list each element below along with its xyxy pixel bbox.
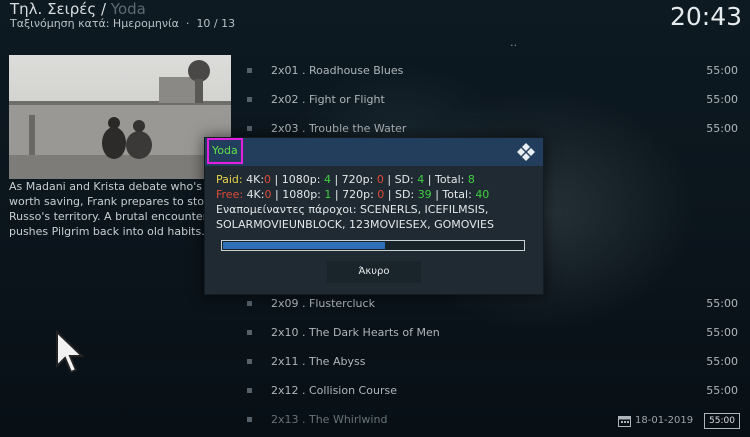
- total-label: Total:: [442, 188, 472, 201]
- paid-sources-line: Paid: 4K:0 | 1080p: 4 | 720p: 0 | SD: 4 …: [216, 172, 534, 187]
- bullet: [247, 68, 252, 73]
- status-bar: 18-01-2019 55:00: [618, 413, 740, 431]
- separator: |: [435, 188, 439, 201]
- cancel-button[interactable]: Άκυρο: [327, 261, 421, 283]
- episode-duration: 55:00: [706, 122, 738, 135]
- free-720p-count: 0: [377, 188, 385, 201]
- k4-label: 4K:: [246, 188, 265, 201]
- free-label: Free:: [216, 188, 244, 201]
- breadcrumb: Τηλ. Σειρές / Yoda: [10, 0, 146, 18]
- bullet: [247, 126, 252, 131]
- list-item[interactable]: 2x01 . Roadhouse Blues 55:00: [240, 57, 738, 86]
- dialog-title: Yoda: [207, 138, 243, 164]
- 1080p-label: 1080p:: [282, 188, 321, 201]
- mouse-cursor-icon: [56, 330, 85, 374]
- remaining-providers-line-1: Εναπομείναντες πάροχοι: SCENERLS, ICEFIL…: [216, 203, 489, 216]
- bullet: [247, 301, 252, 306]
- episode-duration: 55:00: [706, 93, 738, 106]
- list-item[interactable]: 2x12 . Collision Course 55:00: [240, 377, 738, 406]
- bullet: [247, 417, 252, 422]
- paid-720p-count: 0: [376, 173, 384, 186]
- dialog-header: Yoda: [205, 138, 543, 166]
- paid-1080p-count: 4: [323, 173, 331, 186]
- kodi-icon: [517, 143, 535, 161]
- separator: |: [274, 188, 279, 201]
- dialog-body: Paid: 4K:0 | 1080p: 4 | 720p: 0 | SD: 4 …: [216, 172, 534, 232]
- separator: |: [427, 173, 432, 186]
- breadcrumb-addon: Yoda: [110, 0, 146, 18]
- episode-title: 2x12 . Collision Course: [271, 384, 397, 397]
- episode-duration: 55:00: [706, 384, 738, 397]
- duration-badge: 55:00: [704, 413, 740, 429]
- paid-4k-count: 0: [264, 173, 272, 186]
- item-position: 10 / 13: [196, 17, 236, 30]
- calendar-icon: [618, 416, 631, 427]
- episode-duration: 55:00: [706, 297, 738, 310]
- list-item[interactable]: 2x11 . The Abyss 55:00: [240, 348, 738, 377]
- list-item[interactable]: 2x10 . The Dark Hearts of Men 55:00: [240, 319, 738, 348]
- remaining-providers-line-2: SOLARMOVIEUNBLOCK, 123MOVIESEX, GOMOVIES: [216, 218, 494, 231]
- episode-title: 2x09 . Flustercluck: [271, 297, 375, 310]
- bullet: [247, 388, 252, 393]
- progress-fill: [223, 242, 385, 249]
- separator: |: [387, 188, 392, 201]
- 720p-label: 720p:: [342, 188, 374, 201]
- plot-text: As Madani and Krista debate who's worth …: [9, 180, 220, 238]
- sort-label: Ταξινόμηση κατά: Ημερομηνία: [10, 17, 179, 30]
- separator: |: [334, 173, 339, 186]
- free-sd-count: 39: [417, 188, 432, 201]
- source-scraper-dialog: Yoda Paid: 4K:0 | 1080p: 4 | 720p: 0 | S…: [204, 137, 544, 295]
- breadcrumb-section: Τηλ. Σειρές /: [10, 0, 106, 18]
- parent-folder-item[interactable]: ..: [510, 36, 517, 49]
- episode-thumbnail: [9, 55, 231, 179]
- paid-label: Paid:: [216, 173, 243, 186]
- k4-label: 4K:: [246, 173, 265, 186]
- paid-total-count: 8: [467, 173, 475, 186]
- episode-duration: 55:00: [706, 64, 738, 77]
- episode-title: 2x13 . The Whirlwind: [271, 413, 388, 426]
- free-sources-line: Free: 4K:0 | 1080p: 1 | 720p: 0 | SD: 39…: [216, 187, 534, 202]
- separator: |: [274, 173, 279, 186]
- bullet: [247, 97, 252, 102]
- episode-duration: 55:00: [706, 326, 738, 339]
- episode-duration: 55:00: [706, 355, 738, 368]
- total-label: Total:: [434, 173, 465, 186]
- sd-label: SD:: [395, 188, 415, 201]
- episode-title: 2x03 . Trouble the Water: [271, 122, 407, 135]
- episode-title: 2x02 . Fight or Flight: [271, 93, 385, 106]
- episode-title: 2x10 . The Dark Hearts of Men: [271, 326, 440, 339]
- separator: |: [334, 188, 339, 201]
- paid-sd-count: 4: [417, 173, 425, 186]
- 1080p-label: 1080p:: [281, 173, 321, 186]
- air-date: 18-01-2019: [635, 415, 694, 426]
- separator: |: [387, 173, 392, 186]
- sort-info: Ταξινόμηση κατά: Ημερομηνία · 10 / 13: [10, 17, 236, 30]
- bullet: [247, 330, 252, 335]
- bullet: [247, 359, 252, 364]
- episode-title: 2x01 . Roadhouse Blues: [271, 64, 404, 77]
- sd-label: SD:: [394, 173, 414, 186]
- free-1080p-count: 1: [324, 188, 332, 201]
- episode-title: 2x11 . The Abyss: [271, 355, 366, 368]
- free-4k-count: 0: [264, 188, 272, 201]
- free-total-count: 40: [475, 188, 490, 201]
- 720p-label: 720p:: [341, 173, 374, 186]
- progress-bar: [221, 240, 525, 251]
- list-item[interactable]: 2x02 . Fight or Flight 55:00: [240, 86, 738, 115]
